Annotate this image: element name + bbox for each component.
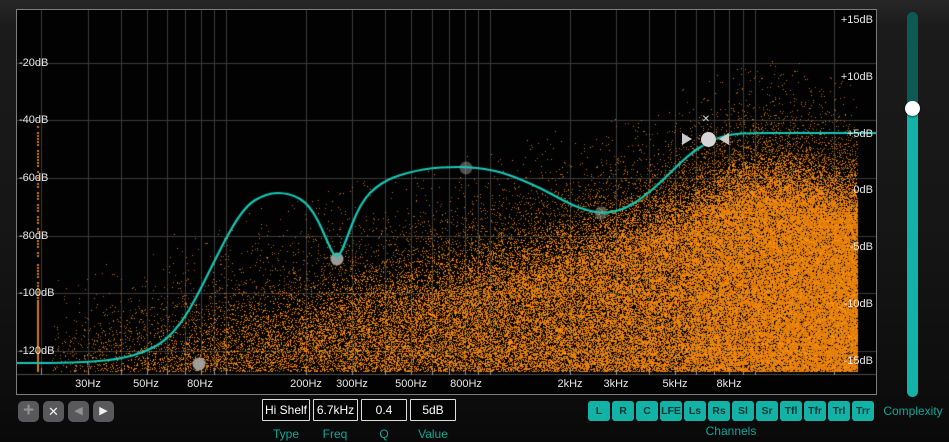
- type-field[interactable]: Hi Shelf: [262, 399, 310, 421]
- add-band-button[interactable]: +: [18, 401, 39, 422]
- channel-selector: L R C LFE Ls Rs Sl Sr Tfl Tfr Trl Trr: [588, 401, 874, 421]
- complexity-knob[interactable]: [905, 100, 920, 116]
- next-band-button[interactable]: ▶: [93, 401, 114, 422]
- channel-button-trl[interactable]: Trl: [828, 401, 850, 421]
- delete-band-button[interactable]: ✕: [43, 401, 64, 422]
- spectrum-plot: 30Hz 50Hz 80Hz 200Hz 300Hz 500Hz 800Hz 2kHz 3kHz…: [16, 9, 877, 395]
- freq-field[interactable]: 6.7kHz: [313, 399, 358, 421]
- add-icon: +: [22, 400, 35, 421]
- node-next-icon[interactable]: [719, 133, 729, 145]
- channel-button-sl[interactable]: Sl: [732, 401, 754, 421]
- left-db-label: -120dB: [19, 345, 55, 357]
- channel-button-l[interactable]: L: [588, 401, 610, 421]
- left-db-label: -40dB: [19, 114, 49, 126]
- channel-button-r[interactable]: R: [612, 401, 634, 421]
- left-db-label: -20dB: [19, 57, 49, 69]
- channel-button-lfe[interactable]: LFE: [660, 401, 682, 421]
- channel-button-rs[interactable]: Rs: [708, 401, 730, 421]
- x-axis-label: 500Hz: [395, 378, 427, 390]
- right-db-label: +10dB: [840, 71, 873, 83]
- channel-button-tfl[interactable]: Tfl: [780, 401, 802, 421]
- q-field-label: Q: [379, 427, 389, 441]
- x-axis-label: 5kHz: [662, 378, 688, 390]
- node-prev-icon[interactable]: [682, 133, 692, 145]
- eq-spectrum-canvas[interactable]: [17, 10, 876, 394]
- delete-icon: ✕: [48, 404, 59, 419]
- channel-button-trr[interactable]: Trr: [852, 401, 874, 421]
- channel-button-sr[interactable]: Sr: [756, 401, 778, 421]
- x-axis-label: 8kHz: [716, 378, 742, 390]
- channel-button-c[interactable]: C: [636, 401, 658, 421]
- left-db-label: -80dB: [19, 230, 49, 242]
- x-axis-label: 300Hz: [336, 378, 368, 390]
- x-axis-label: 3kHz: [603, 378, 629, 390]
- x-axis-label: 200Hz: [290, 378, 322, 390]
- node-handle[interactable]: [700, 131, 716, 147]
- x-axis-label: 800Hz: [450, 378, 482, 390]
- channel-button-ls[interactable]: Ls: [684, 401, 706, 421]
- left-db-label: -60dB: [19, 172, 49, 184]
- right-db-label: -15dB: [843, 355, 873, 367]
- value-field[interactable]: 5dB: [410, 399, 456, 421]
- prev-icon: ◀: [74, 405, 83, 417]
- right-db-label: 0dB: [853, 184, 873, 196]
- right-db-label: +15dB: [840, 14, 873, 26]
- channels-group-label: Channels: [705, 424, 757, 438]
- right-db-label: +5dB: [847, 128, 873, 140]
- complexity-label: Complexity: [883, 404, 943, 418]
- x-axis-label: 30Hz: [75, 378, 101, 390]
- value-field-label: Value: [418, 427, 448, 441]
- x-axis-label: 2kHz: [557, 378, 583, 390]
- x-axis-label: 80Hz: [187, 378, 213, 390]
- x-axis-label: 50Hz: [133, 378, 159, 390]
- channel-button-tfr[interactable]: Tfr: [804, 401, 826, 421]
- prev-band-button[interactable]: ◀: [68, 401, 89, 422]
- left-db-label: -100dB: [19, 287, 55, 299]
- right-db-label: -5dB: [849, 241, 873, 253]
- eq-editor-window: 30Hz 50Hz 80Hz 200Hz 300Hz 500Hz 800Hz 2kHz 3kHz…: [0, 0, 949, 442]
- right-db-label: -10dB: [843, 298, 873, 310]
- type-field-label: Type: [272, 427, 300, 441]
- band-toolbar: + ✕ ◀ ▶: [18, 401, 114, 422]
- node-delete-icon[interactable]: ✕: [699, 114, 713, 125]
- freq-field-label: Freq: [322, 427, 348, 441]
- next-icon: ▶: [99, 405, 108, 417]
- complexity-slider[interactable]: [907, 12, 918, 397]
- q-field[interactable]: 0.4: [361, 399, 407, 421]
